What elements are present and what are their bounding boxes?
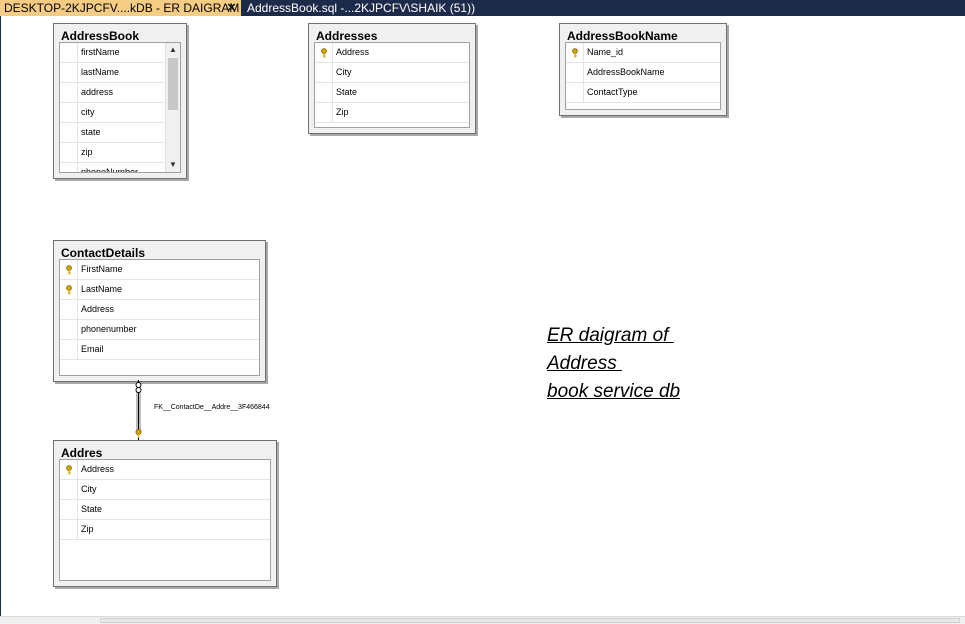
column-row[interactable]: City [315, 63, 469, 83]
table-columns: FirstName LastName Address phonenumber E… [59, 259, 260, 376]
column-row[interactable]: firstName [60, 43, 180, 63]
column-row[interactable]: City [60, 480, 270, 500]
column-name: phoneNumber [81, 167, 139, 173]
column-row[interactable]: Email [60, 340, 259, 360]
column-row[interactable]: LastName [60, 280, 259, 300]
scroll-thumb[interactable] [100, 618, 960, 623]
tab-er-diagram[interactable]: DESKTOP-2KJPCFV....kDB - ER DAIGRAM ✕ [0, 0, 241, 16]
table-title: Addres [61, 446, 103, 460]
column-row[interactable]: phonenumber [60, 320, 259, 340]
table-columns: Address City State Zip [59, 459, 271, 581]
column-name: AddressBookName [587, 67, 665, 77]
column-row[interactable]: Name_id [566, 43, 720, 63]
column-name: Zip [336, 107, 349, 117]
column-name: State [81, 504, 103, 514]
column-name: city [81, 107, 95, 117]
column-name: Address [81, 464, 115, 474]
column-name: phonenumber [81, 324, 137, 334]
column-name: lastName [81, 67, 120, 77]
column-name: state [81, 127, 101, 137]
key-icon [572, 48, 578, 58]
column-name: State [336, 87, 358, 97]
column-row[interactable]: ContactType [566, 83, 720, 103]
tab-addressbook-sql-label: AddressBook.sql -...2KJPCFV\SHAIK (51)) [247, 1, 476, 15]
table-contactdetails[interactable]: ContactDetails FirstName LastName Addres… [53, 240, 266, 382]
column-name: Address [81, 304, 115, 314]
annotation-line: book service db [547, 381, 681, 402]
table-title: AddressBookName [567, 29, 678, 43]
vertical-scrollbar[interactable]: ▲ ▼ [165, 43, 180, 172]
column-name: City [81, 484, 97, 494]
column-name: zip [81, 147, 93, 157]
table-addressbook[interactable]: AddressBook firstName lastName address c… [53, 23, 187, 179]
key-icon [66, 285, 72, 295]
column-name: FirstName [81, 264, 123, 274]
column-row[interactable]: Address [315, 43, 469, 63]
table-title: Addresses [316, 29, 378, 43]
table-columns: Name_id AddressBookName ContactType [565, 42, 721, 110]
column-name: Name_id [587, 47, 624, 57]
table-addresses[interactable]: Addresses Address City State Zip [308, 23, 476, 134]
annotation-line: ER daigram of [547, 325, 674, 346]
column-row[interactable]: Zip [60, 520, 270, 540]
column-row[interactable]: Address [60, 300, 259, 320]
table-title: ContactDetails [61, 246, 146, 260]
column-row[interactable]: address [60, 83, 180, 103]
column-row[interactable]: zip [60, 143, 180, 163]
column-row[interactable]: State [60, 500, 270, 520]
relationship-line[interactable] [130, 380, 150, 442]
column-row[interactable]: AddressBookName [566, 63, 720, 83]
diagram-annotation[interactable]: ER daigram of Address book service db [547, 322, 680, 406]
table-title: AddressBook [61, 29, 140, 43]
column-row[interactable]: FirstName [60, 260, 259, 280]
document-tab-bar: DESKTOP-2KJPCFV....kDB - ER DAIGRAM ✕ Ad… [0, 0, 965, 16]
column-row[interactable]: city [60, 103, 180, 123]
close-icon[interactable]: ✕ [226, 0, 237, 16]
tab-addressbook-sql[interactable]: AddressBook.sql -...2KJPCFV\SHAIK (51)) [241, 0, 475, 16]
key-icon [66, 265, 72, 275]
table-columns: firstName lastName address city state zi… [59, 42, 181, 173]
scroll-down-icon[interactable]: ▼ [166, 158, 180, 172]
scroll-thumb[interactable] [168, 58, 178, 110]
column-name: Email [81, 344, 104, 354]
annotation-line: Address [547, 353, 622, 374]
column-name: ContactType [587, 87, 638, 97]
table-addressbookname[interactable]: AddressBookName Name_id AddressBookName … [559, 23, 727, 116]
column-name: City [336, 67, 352, 77]
table-columns: Address City State Zip [314, 42, 470, 128]
key-icon [321, 48, 327, 58]
column-name: Zip [81, 524, 94, 534]
column-name: Address [336, 47, 370, 57]
column-row[interactable]: Address [60, 460, 270, 480]
column-row[interactable]: Zip [315, 103, 469, 123]
column-name: LastName [81, 284, 123, 294]
column-row[interactable]: State [315, 83, 469, 103]
tab-er-diagram-label: DESKTOP-2KJPCFV....kDB - ER DAIGRAM [4, 1, 240, 15]
relationship-label: FK__ContactDe__Addre__3F466844 [154, 404, 270, 411]
column-name: address [81, 87, 114, 97]
column-row[interactable]: state [60, 123, 180, 143]
column-name: firstName [81, 47, 120, 57]
table-addres[interactable]: Addres Address City State Zip [53, 440, 277, 587]
column-row[interactable]: phoneNumber [60, 163, 180, 173]
column-row[interactable]: lastName [60, 63, 180, 83]
scroll-up-icon[interactable]: ▲ [166, 43, 180, 57]
key-icon [66, 465, 72, 475]
